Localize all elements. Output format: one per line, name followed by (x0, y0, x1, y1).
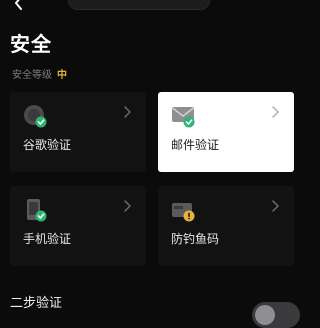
method-card-anti-phishing[interactable]: 防钓鱼码 (158, 186, 294, 266)
method-card-email[interactable]: 邮件验证 (158, 92, 294, 172)
chevron-right-icon (272, 106, 279, 118)
top-pill (68, 0, 210, 10)
envelope-icon (172, 107, 195, 128)
method-label: 手机验证 (23, 232, 72, 246)
method-label: 谷歌验证 (23, 138, 72, 152)
page-title: 安全 (10, 32, 52, 56)
two-step-label: 二步验证 (10, 296, 63, 311)
method-card-phone[interactable]: 手机验证 (10, 186, 146, 266)
chevron-right-icon (272, 200, 279, 212)
method-label: 防钓鱼码 (171, 232, 220, 246)
back-button[interactable] (10, 0, 28, 10)
chevron-right-icon (124, 200, 131, 212)
chevron-left-icon (15, 0, 22, 10)
two-step-toggle[interactable] (252, 302, 300, 328)
security-level-value: 中 (57, 70, 67, 81)
security-level: 安全等级中 (12, 66, 67, 81)
chevron-right-icon (124, 106, 131, 118)
security-level-label: 安全等级 (12, 70, 52, 81)
anti-phishing-icon (172, 203, 195, 222)
method-card-google[interactable]: 谷歌验证 (10, 92, 146, 172)
method-label: 邮件验证 (171, 138, 220, 152)
toggle-knob (255, 305, 275, 325)
google-authenticator-icon (24, 105, 47, 128)
phone-icon (27, 199, 47, 222)
